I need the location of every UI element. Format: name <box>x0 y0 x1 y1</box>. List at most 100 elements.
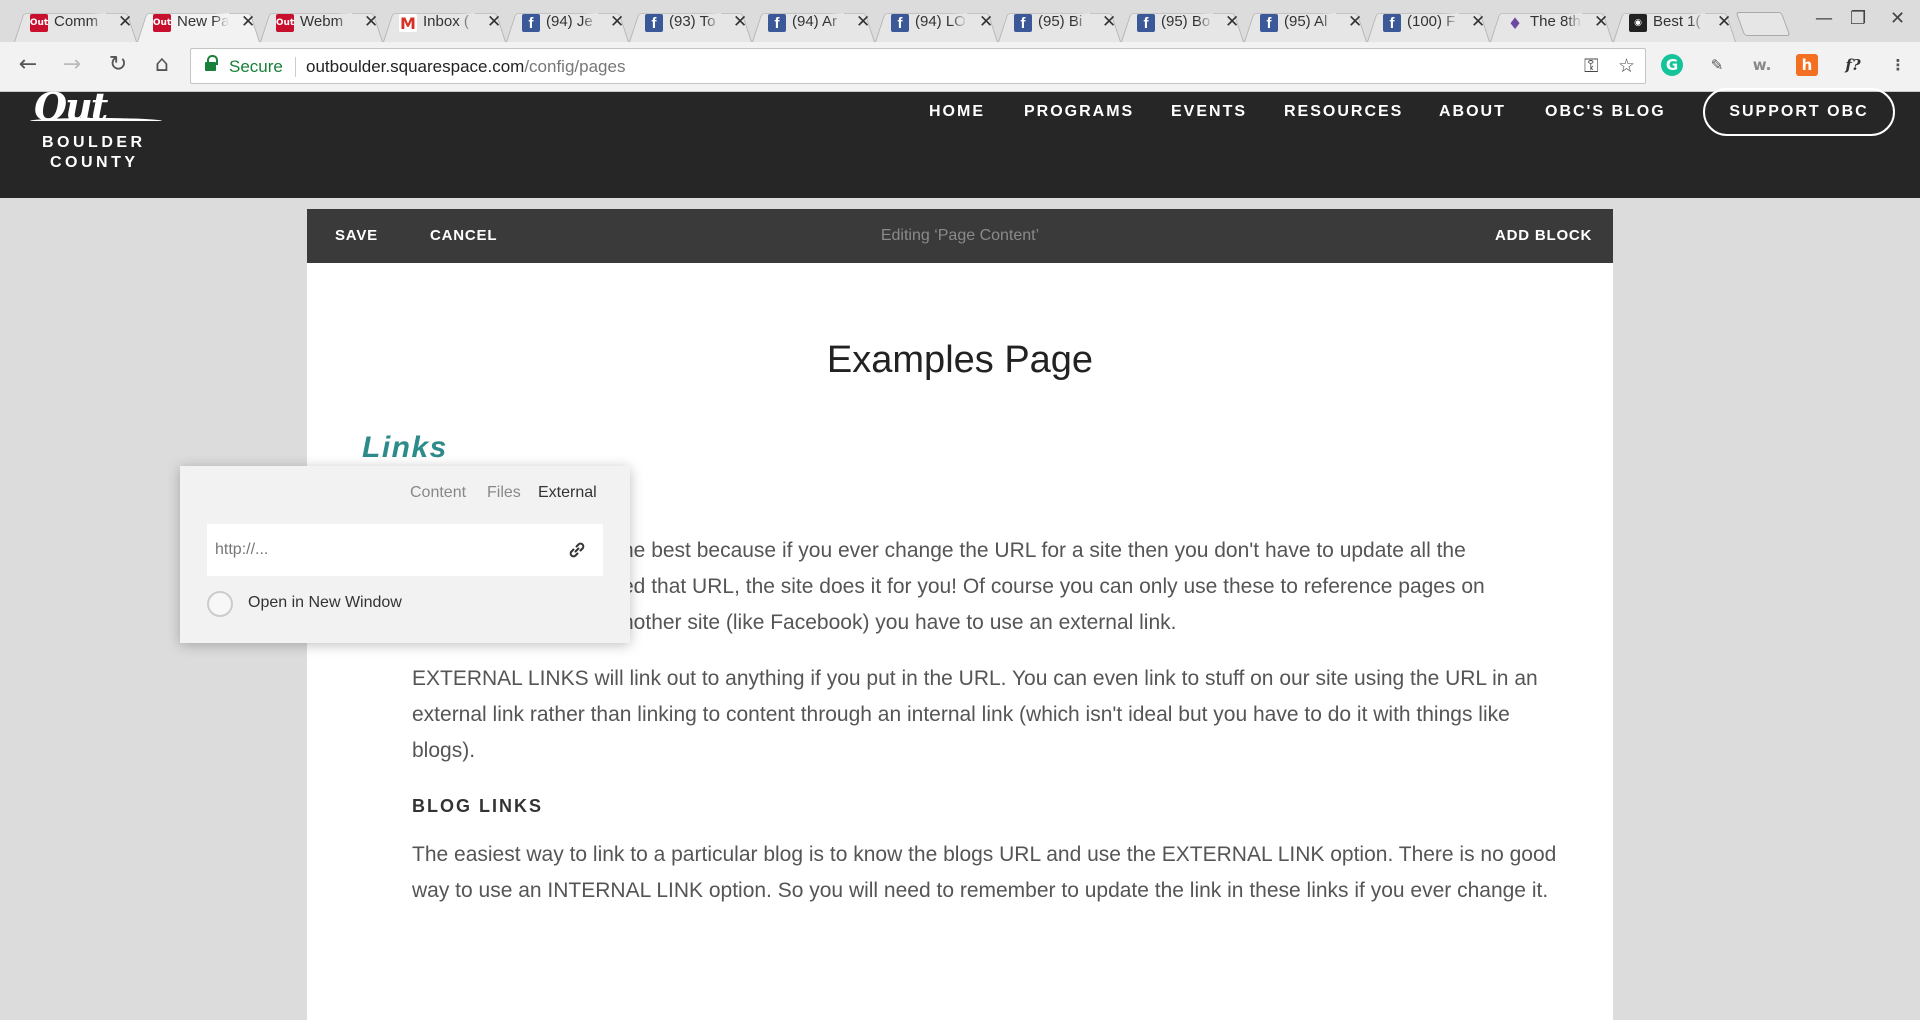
obc-favicon-icon: Out <box>30 14 48 32</box>
restore-icon[interactable]: ❐ <box>1850 8 1866 29</box>
grammarly-icon[interactable]: G <box>1661 54 1683 76</box>
tab-strip: Out Comm ✕ Out New Pa ✕ Out Webm ✕ M Inb… <box>0 0 1920 42</box>
browser-toolbar: ← → ↻ ⌂ Secure outboulder.squarespace.co… <box>0 42 1920 92</box>
close-tab-icon[interactable]: ✕ <box>364 12 378 32</box>
facebook-icon: f <box>1260 14 1278 32</box>
w-extension-icon[interactable]: w. <box>1751 54 1773 76</box>
section-heading-links[interactable]: Links <box>362 431 448 465</box>
menu-kebab-icon[interactable]: ⋮ <box>1887 54 1909 76</box>
save-button[interactable]: SAVE <box>335 227 378 244</box>
browser-tab[interactable]: ◉ Best 1( ✕ <box>1613 6 1736 42</box>
browser-tab[interactable]: f (94) LO ✕ <box>875 6 998 42</box>
facebook-icon: f <box>645 14 663 32</box>
link-chain-icon[interactable] <box>567 540 587 560</box>
close-tab-icon[interactable]: ✕ <box>1348 12 1362 32</box>
close-tab-icon[interactable]: ✕ <box>1594 12 1608 32</box>
tab-content[interactable]: Content <box>410 484 466 502</box>
tab-title: (94) LO <box>915 13 967 30</box>
browser-tab[interactable]: f (94) Je ✕ <box>506 6 629 42</box>
url-host: outboulder.squarespace.com <box>306 57 525 76</box>
new-tab-button[interactable] <box>1735 12 1791 36</box>
close-tab-icon[interactable]: ✕ <box>1471 12 1485 32</box>
evernote-icon[interactable]: ✎ <box>1706 54 1728 76</box>
support-obc-button[interactable]: SUPPORT OBC <box>1703 88 1895 136</box>
tab-title: New Pa <box>177 13 229 30</box>
close-window-icon[interactable]: ✕ <box>1890 8 1905 29</box>
tab-external[interactable]: External <box>538 484 597 502</box>
browser-tab[interactable]: f (100) F ✕ <box>1367 6 1490 42</box>
browser-tab-active[interactable]: Out New Pa ✕ <box>137 6 260 42</box>
nav-resources[interactable]: RESOURCES <box>1284 103 1403 121</box>
back-arrow-icon[interactable]: ← <box>13 52 43 77</box>
editing-title: Editing ‘Page Content’ <box>880 227 1040 244</box>
url-field <box>207 524 603 576</box>
facebook-icon: f <box>522 14 540 32</box>
obc-favicon-icon: Out <box>276 14 294 32</box>
nav-events[interactable]: EVENTS <box>1171 103 1247 121</box>
nav-home[interactable]: HOME <box>929 103 985 121</box>
facebook-icon: f <box>1014 14 1032 32</box>
browser-tab[interactable]: M Inbox ( ✕ <box>383 6 506 42</box>
nav-programs[interactable]: PROGRAMS <box>1024 103 1134 121</box>
url-text: outboulder.squarespace.com/config/pages <box>306 57 625 77</box>
paragraph-external-links[interactable]: EXTERNAL LINKS will link out to anything… <box>412 661 1572 769</box>
logo-swoosh <box>30 118 162 124</box>
bookmark-star-icon[interactable]: ☆ <box>1618 55 1635 77</box>
paragraph-internal-links[interactable]: he best because if you ever change the U… <box>622 533 1572 641</box>
reload-icon[interactable]: ↻ <box>103 52 133 77</box>
key-icon[interactable]: ⚿ <box>1584 55 1598 77</box>
open-new-window-label[interactable]: Open in New Window <box>248 594 402 612</box>
cancel-button[interactable]: CANCEL <box>430 227 497 244</box>
browser-tab[interactable]: Out Webm ✕ <box>260 6 383 42</box>
nav-obcs-blog[interactable]: OBC'S BLOG <box>1545 103 1666 121</box>
editor-toolbar: Editing ‘Page Content’ SAVE CANCEL ADD B… <box>307 209 1613 263</box>
close-tab-icon[interactable]: ✕ <box>733 12 747 32</box>
secure-label: Secure <box>229 57 283 76</box>
tab-title: (95) Bo <box>1161 13 1213 30</box>
address-bar[interactable]: Secure outboulder.squarespace.com/config… <box>190 48 1646 84</box>
close-tab-icon[interactable]: ✕ <box>1225 12 1239 32</box>
paragraph-line: he best because if you ever change the U… <box>622 539 1466 562</box>
tab-title: (93) To <box>669 13 721 30</box>
font-finder-icon[interactable]: f? <box>1842 54 1864 76</box>
browser-tab[interactable]: f (95) Bo ✕ <box>1121 6 1244 42</box>
forward-arrow-icon[interactable]: → <box>57 52 87 77</box>
browser-tab[interactable]: f (95) Bi ✕ <box>998 6 1121 42</box>
browser-tab[interactable]: f (95) Al ✕ <box>1244 6 1367 42</box>
close-tab-icon[interactable]: ✕ <box>1102 12 1116 32</box>
honey-icon[interactable]: h <box>1796 54 1818 76</box>
facebook-icon: f <box>1137 14 1155 32</box>
close-tab-icon[interactable]: ✕ <box>241 12 255 32</box>
browser-tab[interactable]: ♦ The 8th ✕ <box>1490 6 1613 42</box>
browser-tab[interactable]: f (94) Ar ✕ <box>752 6 875 42</box>
tab-title: (95) Al <box>1284 13 1336 30</box>
add-block-button[interactable]: ADD BLOCK <box>1495 227 1592 244</box>
close-tab-icon[interactable]: ✕ <box>118 12 132 32</box>
tab-title: (94) Ar <box>792 13 844 30</box>
home-icon[interactable]: ⌂ <box>147 52 177 77</box>
url-input[interactable] <box>207 524 547 576</box>
theatre-drop-icon: ♦ <box>1507 13 1523 33</box>
close-tab-icon[interactable]: ✕ <box>1717 12 1731 32</box>
close-tab-icon[interactable]: ✕ <box>610 12 624 32</box>
tab-files[interactable]: Files <box>487 484 521 502</box>
tab-title: Webm <box>300 13 352 30</box>
tab-title: Inbox ( <box>423 13 475 30</box>
blog-links-heading[interactable]: BLOG LINKS <box>412 796 543 817</box>
logo-line2: COUNTY <box>50 154 139 171</box>
minimize-icon[interactable]: — <box>1815 8 1833 29</box>
browser-tab[interactable]: f (93) To ✕ <box>629 6 752 42</box>
browser-tab[interactable]: Out Comm ✕ <box>14 6 137 42</box>
paragraph-blog-links[interactable]: The easiest way to link to a particular … <box>412 837 1572 909</box>
tab-title: The 8th <box>1530 13 1582 30</box>
open-new-window-radio[interactable] <box>207 591 233 617</box>
out-boulder-county-logo[interactable]: Out BOULDER COUNTY <box>24 84 164 178</box>
obc-favicon-icon: Out <box>153 14 171 32</box>
close-tab-icon[interactable]: ✕ <box>487 12 501 32</box>
nav-about[interactable]: ABOUT <box>1439 103 1506 121</box>
close-tab-icon[interactable]: ✕ <box>856 12 870 32</box>
paragraph-line: nother site (like Facebook) you have to … <box>622 611 1177 634</box>
close-tab-icon[interactable]: ✕ <box>979 12 993 32</box>
tab-title: Best 1( <box>1653 13 1705 30</box>
page-title[interactable]: Examples Page <box>307 339 1613 382</box>
